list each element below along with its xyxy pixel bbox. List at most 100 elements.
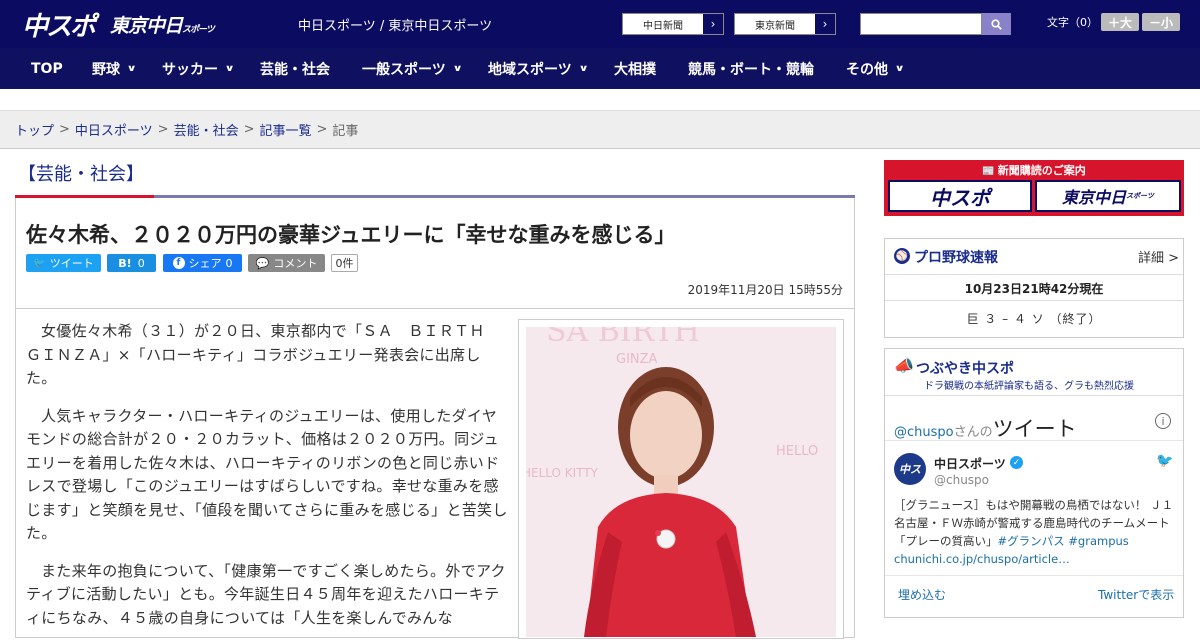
- breadcrumb-chunichi-sports[interactable]: 中日スポーツ: [75, 120, 153, 139]
- nav-label: TOP: [31, 60, 63, 77]
- facebook-icon: f: [172, 257, 185, 269]
- tokyo-shimbun-button[interactable]: 東京新聞 ›: [734, 13, 836, 35]
- site-name-link[interactable]: 中日スポーツ / 東京中日スポーツ: [298, 15, 492, 34]
- nav-label: 一般スポーツ: [362, 61, 446, 78]
- verified-badge-icon: ✓: [1010, 456, 1023, 469]
- view-on-twitter-link[interactable]: Twitterで表示: [1098, 586, 1174, 603]
- article-photo[interactable]: SA BIRTH GINZA HELLO KITTY HELLO: [526, 327, 836, 637]
- comment-label: コメント: [273, 257, 318, 270]
- breadcrumb-separator: >: [157, 122, 169, 137]
- divider: [885, 575, 1183, 576]
- chunichi-shimbun-button[interactable]: 中日新聞 ›: [622, 13, 724, 35]
- megaphone-icon: 📣: [894, 356, 914, 375]
- article-paragraph: また来年の抱負について、「健康第一ですごく楽しめたら。外でアクティブに活動したい…: [26, 561, 506, 627]
- chuspo-logo[interactable]: 中スポ: [22, 6, 96, 43]
- tweet-hashtags[interactable]: #グランパス #grampus: [998, 534, 1129, 548]
- search-input[interactable]: [860, 13, 982, 35]
- search-icon: [991, 18, 1002, 30]
- chevron-down-icon: ∨: [452, 63, 463, 74]
- comment-button[interactable]: 💬 コメント: [248, 254, 325, 272]
- embed-link[interactable]: 埋め込む: [898, 586, 946, 603]
- main-nav: TOP 野球 ∨ サッカー ∨ 芸能・社会 一般スポーツ ∨ 地域スポーツ ∨ 大相撲 …: [0, 48, 1200, 89]
- subscribe-chuspo-logo[interactable]: 中スポ: [888, 180, 1032, 212]
- facebook-share-label: シェア: [188, 257, 222, 270]
- divider: [16, 308, 854, 309]
- nav-item-top[interactable]: TOP: [31, 48, 63, 89]
- nav-label: 競馬・ボート・競輪: [688, 61, 814, 78]
- subscription-title-text: 新聞購読のご案内: [997, 164, 1086, 177]
- nav-item-sumo[interactable]: 大相撲: [614, 48, 656, 89]
- hatena-icon: B!: [118, 256, 132, 270]
- tweet-label: ツイート: [49, 257, 94, 270]
- tweet-button[interactable]: 🐦 ツイート: [26, 254, 101, 272]
- chevron-right-icon: ›: [815, 14, 835, 34]
- article-headline: 佐々木希、２０２０万円の豪華ジュエリーに「幸せな重みを感じる」: [26, 223, 676, 247]
- tweet-link[interactable]: chunichi.co.jp/chuspo/article…: [894, 552, 1070, 566]
- twitter-bird-icon[interactable]: 🐦: [1156, 453, 1173, 469]
- chunichi-shimbun-label: 中日新聞: [643, 20, 683, 32]
- chevron-right-icon: ›: [703, 14, 723, 34]
- twitter-bird-icon: 🐦: [33, 257, 46, 269]
- divider: [885, 440, 1183, 441]
- nav-item-entertainment[interactable]: 芸能・社会: [260, 48, 330, 89]
- tweet-account-name[interactable]: 中日スポーツ: [934, 455, 1006, 472]
- search-button[interactable]: [982, 13, 1011, 35]
- breadcrumb-entertainment[interactable]: 芸能・社会: [174, 120, 239, 139]
- breadcrumb-top[interactable]: トップ: [15, 120, 54, 139]
- hatena-count: 0: [137, 256, 145, 270]
- nav-label: その他: [846, 61, 888, 78]
- breadcrumb-separator: >: [243, 122, 255, 137]
- nav-item-racing[interactable]: 競馬・ボート・競輪: [688, 48, 814, 89]
- info-icon[interactable]: i: [1155, 413, 1171, 429]
- chevron-down-icon: ∨: [578, 63, 589, 74]
- font-size-up-button[interactable]: ＋大: [1101, 13, 1139, 31]
- baseball-game-score[interactable]: 巨 ３ – ４ ソ （終了）: [884, 310, 1184, 327]
- site-header: 中スポ 東京中日スポーツ 中日スポーツ / 東京中日スポーツ 中日新聞 › 東京…: [0, 0, 1200, 48]
- tokyo-shimbun-label: 東京新聞: [755, 20, 795, 32]
- facebook-share-count: 0: [225, 256, 233, 270]
- tweets-word: ツイート: [992, 417, 1077, 441]
- hatena-bookmark-button[interactable]: B! 0: [107, 254, 156, 272]
- breadcrumb-article-list[interactable]: 記事一覧: [260, 120, 312, 139]
- baseball-widget-title: プロ野球速報: [914, 250, 998, 266]
- article-body: 女優佐々木希（３１）が２０日、東京都内で「ＳＡ ＢＩＲＴＨ ＧＩＮＺＡ」×「ハロ…: [26, 320, 508, 644]
- comment-bubble-icon: 💬: [255, 256, 270, 270]
- nav-item-general-sports[interactable]: 一般スポーツ ∨: [362, 48, 463, 89]
- subscription-title: 📰 新聞購読のご案内: [884, 162, 1184, 178]
- twitter-widget-title: つぶやき中スポ: [916, 361, 1014, 377]
- backdrop-text-kitty: HELLO KITTY: [526, 466, 599, 480]
- spacer-strip: [0, 89, 1200, 111]
- nav-label: 地域スポーツ: [488, 61, 572, 78]
- tokyo-chunichi-logo[interactable]: 東京中日スポーツ: [110, 11, 215, 38]
- baseball-update-time: 10月23日21時42分現在: [964, 282, 1104, 296]
- divider: [885, 274, 1183, 275]
- nav-item-soccer[interactable]: サッカー ∨: [162, 48, 235, 89]
- chevron-down-icon: ∨: [224, 63, 235, 74]
- backdrop-text-ginza: GINZA: [616, 352, 658, 367]
- svg-text:HELLO: HELLO: [776, 444, 818, 459]
- tweet-account-handle[interactable]: @chuspo: [934, 473, 989, 487]
- subscribe-tokyo-chunichi-logo[interactable]: 東京中日 スポーツ: [1035, 180, 1181, 212]
- nav-item-regional-sports[interactable]: 地域スポーツ ∨: [488, 48, 589, 89]
- font-size-label: 文字（0）: [1047, 16, 1098, 29]
- chevron-down-icon: ∨: [894, 63, 905, 74]
- chevron-down-icon: ∨: [126, 63, 137, 74]
- nav-label: 大相撲: [614, 61, 656, 78]
- avatar[interactable]: 中ス: [894, 453, 926, 485]
- article-category: 【芸能・社会】: [18, 164, 144, 185]
- twitter-handle-link[interactable]: @chuspo: [894, 425, 954, 440]
- nav-label: 野球: [92, 61, 120, 78]
- breadcrumb-separator: >: [316, 122, 328, 137]
- nav-item-baseball[interactable]: 野球 ∨: [92, 48, 137, 89]
- divider: [885, 395, 1183, 396]
- article-date: 2019年11月20日 15時55分: [687, 283, 843, 297]
- nav-item-other[interactable]: その他 ∨: [846, 48, 905, 89]
- newspaper-icon: 📰: [982, 166, 995, 177]
- baseball-details-link[interactable]: 詳細 >: [1138, 247, 1179, 266]
- twitter-timeline-header: @chuspoさんのツイート: [894, 413, 1077, 443]
- article-paragraph: 女優佐々木希（３１）が２０日、東京都内で「ＳＡ ＢＩＲＴＨ ＧＩＮＺＡ」×「ハロ…: [26, 322, 501, 387]
- tweet-text: ［グラニュース］もはや開幕戦の鳥栖ではない！ Ｊ１名古屋・ＦＷ赤崎が警戒する鹿島…: [894, 496, 1176, 568]
- breadcrumb: トップ > 中日スポーツ > 芸能・社会 > 記事一覧 > 記事: [0, 111, 1200, 149]
- facebook-share-button[interactable]: f シェア 0: [163, 254, 242, 272]
- font-size-down-button[interactable]: －小: [1142, 13, 1180, 31]
